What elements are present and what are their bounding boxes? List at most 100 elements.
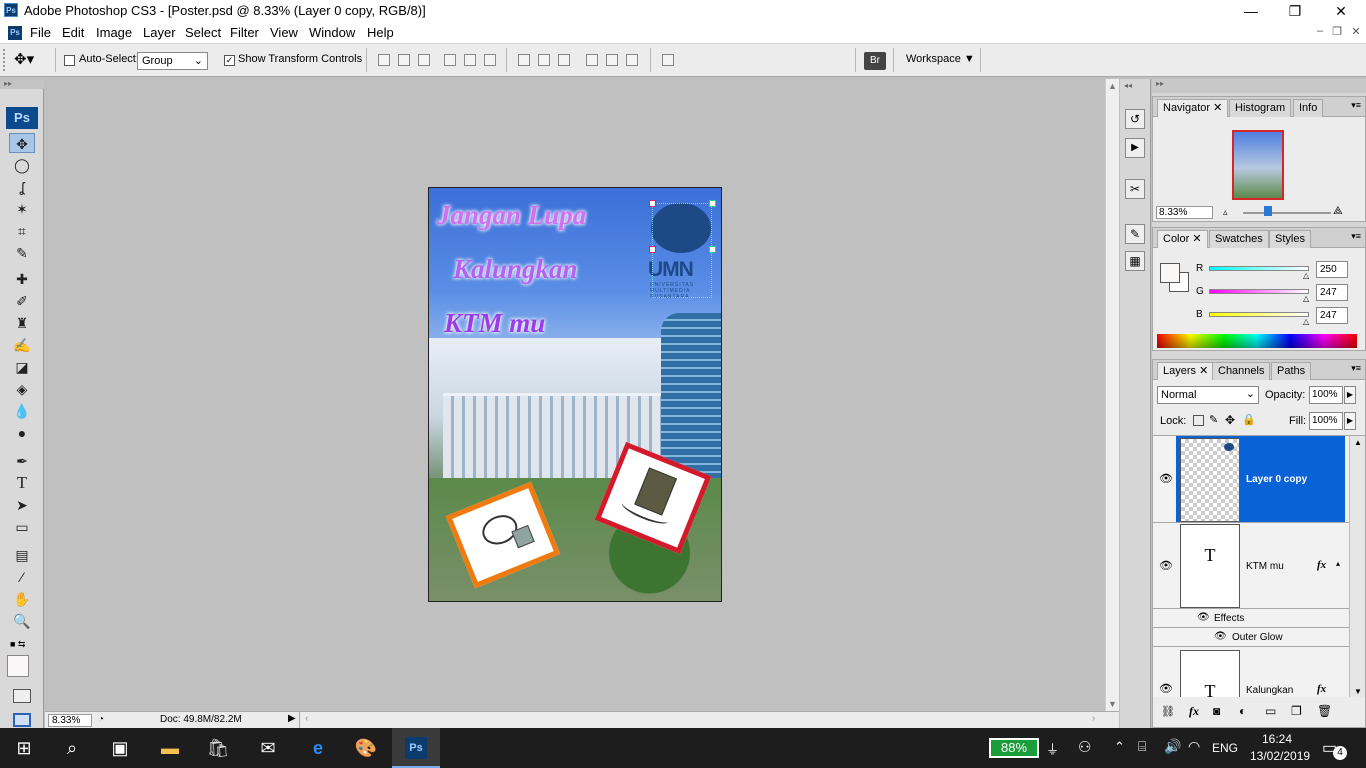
lock-all-icon[interactable]: 🔒	[1242, 413, 1256, 426]
clock-date[interactable]: 13/02/2019	[1250, 749, 1310, 763]
show-transform-checkbox[interactable]: ✓	[224, 55, 235, 66]
effects-row[interactable]: 👁 Effects	[1153, 609, 1365, 628]
scroll-up-icon[interactable]: ▲	[1354, 438, 1362, 447]
adjustment-layer-icon[interactable]: ◐	[1239, 704, 1246, 718]
vertical-scrollbar[interactable]: ▲ ▼	[1105, 79, 1119, 711]
lasso-tool-icon[interactable]: ʆ	[9, 177, 35, 197]
layer-effects-icon[interactable]: fx	[1317, 683, 1326, 695]
distribute-top-icon[interactable]	[518, 54, 530, 66]
effect-row[interactable]: 👁 Outer Glow	[1153, 628, 1365, 647]
rectangle-tool-icon[interactable]: ▭	[9, 517, 35, 537]
poster-document[interactable]: Jangan Lupa Kalungkan KTM mu UMN UNIVERS…	[428, 187, 722, 602]
green-slider[interactable]	[1209, 289, 1309, 294]
move-tool-preset-icon[interactable]: ✥▾	[14, 50, 34, 68]
layer-row[interactable]: 👁 T KTM mu fx ▴	[1153, 523, 1365, 609]
new-group-icon[interactable]: ▭	[1265, 704, 1276, 718]
menu-edit[interactable]: Edit	[62, 25, 84, 40]
layer-name[interactable]: Kalungkan	[1246, 685, 1293, 696]
visibility-eye-icon[interactable]: 👁	[1159, 472, 1173, 485]
fill-input[interactable]: 100%	[1309, 412, 1343, 430]
effects-visibility-eye-icon[interactable]: 👁	[1197, 612, 1210, 623]
eraser-tool-icon[interactable]: ◪	[9, 357, 35, 377]
show-hidden-icons-icon[interactable]: ⌃	[1114, 739, 1125, 755]
maximize-button[interactable]: ❐	[1272, 0, 1318, 22]
pen-tool-icon[interactable]: ✒	[9, 451, 35, 471]
blur-tool-icon[interactable]: 💧	[9, 401, 35, 421]
healing-brush-tool-icon[interactable]: ✚	[9, 269, 35, 289]
lock-position-icon[interactable]: ✥	[1225, 413, 1235, 427]
lock-image-icon[interactable]: ✎	[1209, 413, 1218, 426]
layer-row[interactable]: 👁 Layer 0 copy	[1153, 436, 1365, 523]
layer-effects-icon[interactable]: fx	[1317, 559, 1326, 571]
link-layers-icon[interactable]: ⛓	[1161, 705, 1175, 718]
align-right-icon[interactable]	[484, 54, 496, 66]
zoom-field[interactable]: 8.33%	[48, 714, 92, 727]
tab-channels[interactable]: Channels	[1212, 362, 1271, 380]
actions-panel-icon[interactable]: ▶	[1125, 138, 1145, 158]
layers-scrollbar[interactable]: ▲ ▼	[1349, 436, 1365, 697]
search-icon[interactable]: ⌕	[48, 728, 96, 768]
add-mask-icon[interactable]: ◙	[1213, 704, 1220, 718]
scroll-up-icon[interactable]: ▲	[1108, 81, 1117, 91]
add-style-icon[interactable]: fx	[1189, 704, 1199, 719]
menu-layer[interactable]: Layer	[143, 25, 176, 40]
fill-arrow-icon[interactable]: ▶	[1344, 412, 1356, 430]
slice-tool-icon[interactable]: ✎	[9, 243, 35, 263]
store-icon[interactable]: 🛍	[194, 728, 242, 768]
menu-image[interactable]: Image	[96, 25, 132, 40]
green-value-input[interactable]: 247	[1316, 284, 1348, 301]
new-layer-icon[interactable]: ❐	[1291, 704, 1302, 718]
blue-slider[interactable]	[1209, 312, 1309, 317]
bridge-icon[interactable]: Br	[864, 52, 886, 70]
red-slider-thumb[interactable]: △	[1303, 271, 1309, 280]
status-menu-arrow-icon[interactable]: ▶	[288, 713, 296, 724]
outer-glow-visibility-eye-icon[interactable]: 👁	[1214, 631, 1227, 642]
scroll-left-icon[interactable]: ‹	[305, 713, 308, 724]
edge-browser-icon[interactable]: e	[294, 728, 342, 768]
move-tool-icon[interactable]: ✥	[9, 133, 35, 153]
opacity-arrow-icon[interactable]: ▶	[1344, 386, 1356, 404]
color-foreground-swatch[interactable]	[1160, 263, 1180, 283]
default-colors-icon[interactable]: ■ ⇆	[10, 639, 25, 650]
hand-tool-icon[interactable]: ✋	[9, 589, 35, 609]
notes-tool-icon[interactable]: ▤	[9, 545, 35, 565]
tool-presets-icon[interactable]: ✂	[1125, 179, 1145, 199]
task-view-icon[interactable]: ▣	[96, 728, 144, 768]
align-left-icon[interactable]	[444, 54, 456, 66]
magic-wand-tool-icon[interactable]: ✶	[9, 199, 35, 219]
transform-handle[interactable]	[649, 200, 656, 207]
type-tool-icon[interactable]: T	[9, 473, 35, 493]
visibility-eye-icon[interactable]: 👁	[1159, 682, 1173, 695]
layer-name[interactable]: Layer 0 copy	[1246, 474, 1307, 485]
tab-navigator[interactable]: Navigator ✕	[1157, 99, 1229, 117]
volume-icon[interactable]: 🔊	[1164, 738, 1181, 755]
auto-align-icon[interactable]	[662, 54, 674, 66]
navigator-zoom-slider-thumb[interactable]	[1264, 206, 1272, 216]
menu-view[interactable]: View	[270, 25, 298, 40]
auto-select-dropdown[interactable]: Group ⌄	[137, 52, 208, 70]
delete-layer-icon[interactable]: 🗑	[1317, 704, 1332, 718]
distribute-left-icon[interactable]	[586, 54, 598, 66]
navigator-zoom-field[interactable]: 8.33%	[1156, 206, 1213, 219]
mail-icon[interactable]: ✉	[244, 728, 292, 768]
align-top-icon[interactable]	[378, 54, 390, 66]
windows-start-icon[interactable]: ⊞	[0, 728, 48, 768]
poster-text-line2[interactable]: Kalungkan	[453, 254, 578, 285]
clone-stamp-tool-icon[interactable]: ♜	[9, 313, 35, 333]
minimize-button[interactable]: —	[1228, 0, 1274, 22]
close-button[interactable]: ✕	[1318, 0, 1364, 22]
file-explorer-icon[interactable]: ▬	[146, 728, 194, 768]
menu-file[interactable]: File	[30, 25, 51, 40]
quick-mask-icon[interactable]	[13, 689, 31, 703]
tab-paths[interactable]: Paths	[1271, 362, 1312, 380]
panel-menu-icon[interactable]: ▾≡	[1351, 100, 1361, 111]
transform-handle[interactable]	[709, 200, 716, 207]
red-value-input[interactable]: 250	[1316, 261, 1348, 278]
panel-menu-icon[interactable]: ▾≡	[1351, 363, 1361, 374]
navigator-thumbnail[interactable]	[1232, 130, 1284, 200]
tab-color[interactable]: Color ✕	[1157, 230, 1208, 248]
red-slider[interactable]	[1209, 266, 1309, 271]
panel-menu-icon[interactable]: ▾≡	[1351, 231, 1361, 242]
zoom-tool-icon[interactable]: 🔍	[9, 611, 35, 631]
green-slider-thumb[interactable]: △	[1303, 294, 1309, 303]
